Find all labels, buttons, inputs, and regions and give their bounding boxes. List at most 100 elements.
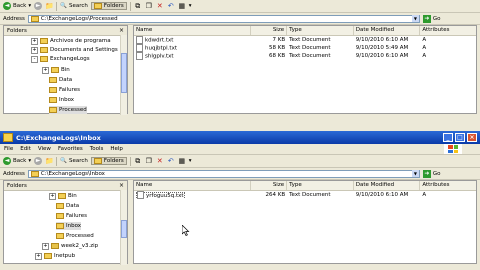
forward-button[interactable]: ► xyxy=(34,2,43,10)
copy-to-icon[interactable]: ❐ xyxy=(145,157,153,165)
folder-icon xyxy=(40,38,48,44)
tree-item[interactable]: Failures xyxy=(49,86,80,94)
up-folder-icon[interactable]: 📁 xyxy=(45,2,54,10)
file-size: 264 KB xyxy=(265,192,286,198)
copy-to-icon[interactable]: ❐ xyxy=(145,2,153,10)
back-button[interactable]: ◄ Back ▾ xyxy=(3,2,31,10)
tree-item-selected[interactable]: Inbox xyxy=(56,222,82,230)
column-date-modified[interactable]: Date Modified xyxy=(354,26,421,35)
go-button[interactable]: ➜ Go xyxy=(422,14,441,23)
menu-view[interactable]: View xyxy=(38,146,51,152)
tree-item[interactable]: + Bin xyxy=(42,66,70,74)
undo-icon[interactable]: ↶ xyxy=(167,157,175,165)
chevron-down-icon[interactable]: ▼ xyxy=(411,170,419,177)
vertical-scrollbar[interactable] xyxy=(120,35,127,115)
tree-item-label: Processed xyxy=(66,233,94,239)
tree-item[interactable]: + Archivos de programa xyxy=(31,37,111,45)
go-arrow-icon: ➜ xyxy=(422,169,431,178)
tree-item-label: Inbox xyxy=(59,97,75,103)
tree-item-label: Bin xyxy=(61,67,70,73)
column-size[interactable]: Size xyxy=(251,26,288,35)
text-file-icon xyxy=(136,44,143,52)
folder-icon xyxy=(56,203,64,209)
file-row[interactable]: shlgplv.txt 68 KB Text Document 9/10/201… xyxy=(134,52,476,60)
column-type[interactable]: Type xyxy=(287,181,354,190)
folder-icon xyxy=(30,170,39,177)
folders-button[interactable]: Folders xyxy=(90,2,127,10)
file-type: Text Document xyxy=(289,192,331,198)
menu-tools[interactable]: Tools xyxy=(90,146,104,152)
move-to-icon[interactable]: ⧉ xyxy=(134,2,142,10)
address-input[interactable]: C:\ExchangeLogs\Inbox ▼ xyxy=(27,169,420,178)
folders-label: Folders xyxy=(103,158,124,164)
folders-pane: Folders × + Bin Data Failures Inbox Proce… xyxy=(3,180,128,265)
collapse-toggle[interactable]: - xyxy=(31,55,38,63)
expand-toggle[interactable]: + xyxy=(35,252,42,260)
folder-icon xyxy=(40,47,48,53)
scrollbar-thumb[interactable] xyxy=(121,53,127,93)
chevron-down-icon[interactable]: ▾ xyxy=(189,158,192,164)
column-attributes[interactable]: Attributes xyxy=(420,26,476,35)
file-attributes: A xyxy=(422,37,427,43)
chevron-down-icon[interactable]: ▼ xyxy=(411,15,419,22)
views-icon[interactable]: ▦ xyxy=(178,2,186,10)
up-folder-icon[interactable]: 📁 xyxy=(45,157,54,165)
minimize-button[interactable]: _ xyxy=(443,133,453,142)
expand-toggle[interactable]: + xyxy=(31,37,38,45)
delete-icon[interactable]: ✕ xyxy=(156,2,164,10)
tree-item[interactable]: + Bin xyxy=(49,192,77,200)
address-input[interactable]: C:\ExchangeLogs\Processed ▼ xyxy=(27,14,420,23)
views-icon[interactable]: ▦ xyxy=(178,157,186,165)
close-icon[interactable]: × xyxy=(119,182,124,189)
chevron-down-icon[interactable]: ▾ xyxy=(189,3,192,9)
close-icon[interactable]: × xyxy=(119,27,124,34)
menu-favorites[interactable]: Favorites xyxy=(58,146,83,152)
tree-item[interactable]: Data xyxy=(49,76,72,84)
back-button[interactable]: ◄ Back ▾ xyxy=(3,157,31,165)
forward-button[interactable]: ► xyxy=(34,157,43,165)
tree-item-selected[interactable]: Processed xyxy=(49,106,87,114)
file-type: Text Document xyxy=(289,37,331,43)
column-attributes[interactable]: Attributes xyxy=(420,181,476,190)
tree-item[interactable]: + Inetpub xyxy=(35,252,75,260)
column-name[interactable]: Name xyxy=(134,181,252,190)
tree-item[interactable]: Failures xyxy=(56,212,87,220)
vertical-scrollbar[interactable] xyxy=(120,190,127,265)
tree-item[interactable]: Data xyxy=(56,202,79,210)
tree-item-label: Data xyxy=(59,77,73,83)
tree-item[interactable]: + Documents and Settings xyxy=(31,46,118,54)
column-type[interactable]: Type xyxy=(287,26,354,35)
go-button[interactable]: ➜ Go xyxy=(422,169,441,178)
move-to-icon[interactable]: ⧉ xyxy=(134,157,142,165)
tree-item[interactable]: Inbox xyxy=(49,96,74,104)
search-button[interactable]: 🔍 Search xyxy=(60,158,88,164)
folders-button[interactable]: Folders xyxy=(90,157,127,165)
tree-item[interactable]: Processed xyxy=(56,232,94,240)
delete-icon[interactable]: ✕ xyxy=(156,157,164,165)
title-bar[interactable]: C:\ExchangeLogs\Inbox _ □ × xyxy=(0,131,480,144)
tree-item[interactable]: + week2_v3.zip xyxy=(42,242,98,250)
maximize-button[interactable]: □ xyxy=(455,133,465,142)
close-button[interactable]: × xyxy=(467,133,477,142)
column-header-row: Name Size Type Date Modified Attributes xyxy=(134,181,476,191)
column-date-modified[interactable]: Date Modified xyxy=(354,181,421,190)
menu-edit[interactable]: Edit xyxy=(20,146,31,152)
undo-icon[interactable]: ↶ xyxy=(167,2,175,10)
menu-file[interactable]: File xyxy=(4,146,13,152)
expand-toggle[interactable]: + xyxy=(49,192,56,200)
explorer-window-processed: ◄ Back ▾ ► 📁 🔍 Search Folders ⧉ ❐ ✕ ↶ ▦ … xyxy=(0,0,480,125)
expand-toggle[interactable]: + xyxy=(42,66,49,74)
expand-toggle[interactable]: + xyxy=(31,46,38,54)
file-row[interactable]: yrfoguu5q.txt 264 KB Text Document 9/10/… xyxy=(134,191,476,199)
search-button[interactable]: 🔍 Search xyxy=(60,3,88,9)
file-type: Text Document xyxy=(289,53,331,59)
file-row[interactable]: huqjbtpl.txt 58 KB Text Document 9/10/20… xyxy=(134,44,476,52)
menu-help[interactable]: Help xyxy=(110,146,123,152)
tree-item[interactable]: - ExchangeLogs xyxy=(31,55,90,63)
column-name[interactable]: Name xyxy=(134,26,252,35)
file-row[interactable]: kdwdrt.txt 7 KB Text Document 9/10/2010 … xyxy=(134,36,476,44)
column-size[interactable]: Size xyxy=(251,181,288,190)
zip-folder-icon xyxy=(51,243,59,249)
scrollbar-thumb[interactable] xyxy=(121,220,127,238)
expand-toggle[interactable]: + xyxy=(42,242,49,250)
